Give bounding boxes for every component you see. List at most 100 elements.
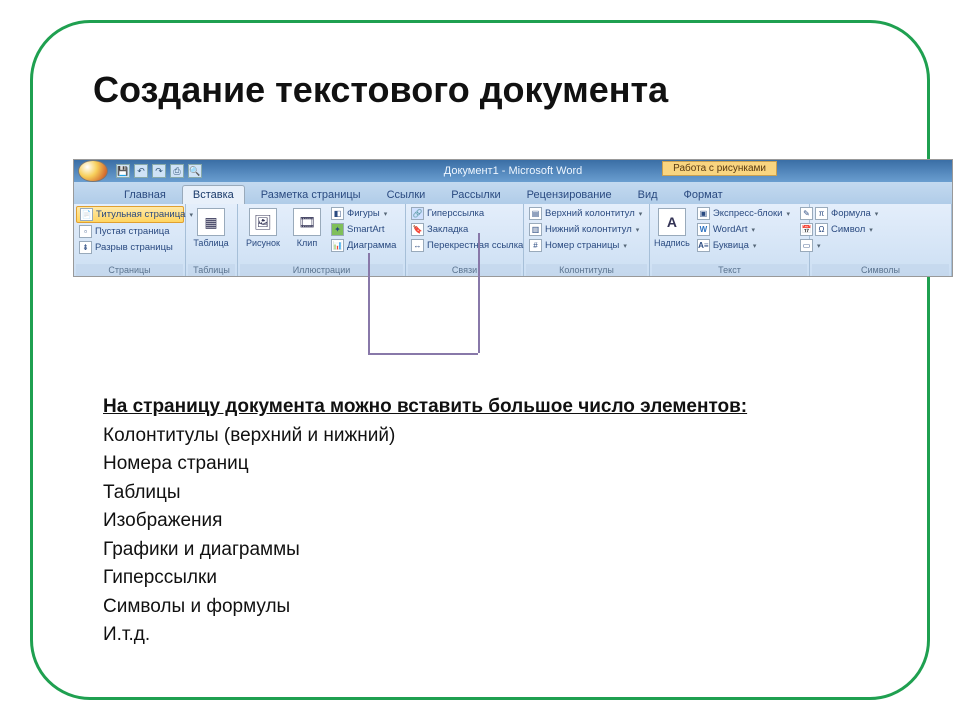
hyperlink-button[interactable]: 🔗 Гиперссылка	[408, 206, 526, 221]
chevron-down-icon: ▾	[787, 210, 791, 218]
crossref-label: Перекрестная ссылка	[427, 240, 523, 251]
tab-layout[interactable]: Разметка страницы	[251, 186, 371, 204]
chart-button[interactable]: 📊 Диаграмма	[328, 238, 399, 253]
blank-page-label: Пустая страница	[95, 226, 169, 237]
wordart-label: WordArt	[713, 224, 748, 235]
group-pages-label: Страницы	[76, 264, 183, 276]
header-icon: ▤	[529, 207, 542, 220]
tab-view[interactable]: Вид	[628, 186, 668, 204]
tab-review[interactable]: Рецензирование	[517, 186, 622, 204]
group-links: 🔗 Гиперссылка 🔖 Закладка ↔ Перекрестная …	[406, 204, 524, 276]
bookmark-label: Закладка	[427, 224, 468, 235]
textbox-label: Надпись	[654, 238, 690, 248]
annotation-line	[368, 253, 370, 353]
group-links-label: Связи	[408, 264, 521, 276]
symbol-icon: Ω	[815, 223, 828, 236]
redo-icon[interactable]: ↷	[152, 164, 166, 178]
clip-icon: 🎞	[293, 208, 321, 236]
chevron-down-icon: ▾	[875, 210, 879, 218]
hyperlink-label: Гиперссылка	[427, 208, 484, 219]
dropcap-button[interactable]: A≡ Буквица ▾	[694, 238, 793, 253]
footer-button[interactable]: ▥ Нижний колонтитул▾	[526, 222, 645, 237]
shapes-button[interactable]: ◧ Фигуры▾	[328, 206, 399, 221]
slide-frame: Создание текстового документа 💾 ↶ ↷ ⎙ 🔍 …	[30, 20, 930, 700]
group-tables-label: Таблицы	[188, 264, 235, 276]
group-tables: ▦ Таблица Таблицы	[186, 204, 238, 276]
picture-label: Рисунок	[246, 238, 280, 248]
office-button[interactable]	[78, 160, 108, 182]
shapes-label: Фигуры	[347, 208, 380, 219]
table-icon: ▦	[197, 208, 225, 236]
clip-button[interactable]: 🎞 Клип	[288, 206, 326, 250]
pagenum-label: Номер страницы	[545, 240, 619, 251]
bookmark-button[interactable]: 🔖 Закладка	[408, 222, 526, 237]
quickparts-label: Экспресс-блоки	[713, 208, 783, 219]
chevron-down-icon: ▾	[623, 242, 627, 250]
equation-label: Формула	[831, 208, 871, 219]
list-item: Изображения	[103, 507, 747, 536]
group-illustrations: 🖼 Рисунок 🎞 Клип ◧ Фигуры▾ ✦	[238, 204, 406, 276]
table-button[interactable]: ▦ Таблица	[188, 206, 234, 250]
page-break-button[interactable]: ⇟ Разрыв страницы	[76, 240, 184, 255]
textbox-button[interactable]: A Надпись	[652, 206, 692, 250]
window-title: Документ1 - Microsoft Word	[444, 165, 582, 177]
cover-page-button[interactable]: 📄 Титульная страница ▾	[76, 206, 184, 223]
equation-icon: π	[815, 207, 828, 220]
tab-references[interactable]: Ссылки	[377, 186, 436, 204]
preview-icon[interactable]: 🔍	[188, 164, 202, 178]
undo-icon[interactable]: ↶	[134, 164, 148, 178]
list-item: И.т.д.	[103, 621, 747, 650]
picture-icon: 🖼	[249, 208, 277, 236]
title-bar: 💾 ↶ ↷ ⎙ 🔍 Документ1 - Microsoft Word Раб…	[74, 160, 952, 182]
quick-access-toolbar: 💾 ↶ ↷ ⎙ 🔍	[116, 164, 202, 178]
slide-title: Создание текстового документа	[93, 69, 668, 111]
list-item: Номера страниц	[103, 450, 747, 479]
tab-insert[interactable]: Вставка	[182, 185, 245, 204]
chevron-down-icon: ▾	[639, 210, 643, 218]
crossref-icon: ↔	[411, 239, 424, 252]
quickparts-button[interactable]: ▣ Экспресс-блоки ▾	[694, 206, 793, 221]
group-headerfooter: ▤ Верхний колонтитул ▾ ▥ Нижний колонтиту…	[524, 204, 650, 276]
dropcap-label: Буквица	[713, 240, 749, 251]
group-pages: 📄 Титульная страница ▾ ▫ Пустая страница…	[74, 204, 186, 276]
header-label: Верхний колонтитул	[545, 208, 635, 219]
list-item: Символы и формулы	[103, 593, 747, 622]
chart-label: Диаграмма	[347, 240, 396, 251]
clip-label: Клип	[297, 238, 317, 248]
symbol-button[interactable]: Ω Символ ▾	[812, 222, 881, 237]
annotation-line	[368, 353, 478, 355]
equation-button[interactable]: π Формула ▾	[812, 206, 881, 221]
list-item: Колонтитулы (верхний и нижний)	[103, 422, 747, 451]
pagenum-button[interactable]: # Номер страницы ▾	[526, 238, 645, 253]
save-icon[interactable]: 💾	[116, 164, 130, 178]
chevron-down-icon: ▾	[869, 226, 873, 234]
print-icon[interactable]: ⎙	[170, 164, 184, 178]
ribbon-tabstrip: Главная Вставка Разметка страницы Ссылки…	[74, 182, 952, 204]
crossref-button[interactable]: ↔ Перекрестная ссылка	[408, 238, 526, 253]
ribbon: 📄 Титульная страница ▾ ▫ Пустая страница…	[74, 204, 952, 276]
list-item: Графики и диаграммы	[103, 536, 747, 565]
picture-tools-context: Работа с рисунками	[662, 161, 777, 176]
smartart-button[interactable]: ✦ SmartArt	[328, 222, 399, 237]
dropcap-icon: A≡	[697, 239, 710, 252]
quickparts-icon: ▣	[697, 207, 710, 220]
pagenum-icon: #	[529, 239, 542, 252]
tab-mailings[interactable]: Рассылки	[441, 186, 510, 204]
wordart-icon: W	[697, 223, 710, 236]
tab-format[interactable]: Формат	[674, 186, 733, 204]
blank-page-icon: ▫	[79, 225, 92, 238]
chevron-down-icon: ▾	[753, 242, 757, 250]
symbol-label: Символ	[831, 224, 865, 235]
chevron-down-icon: ▾	[752, 226, 756, 234]
table-label: Таблица	[193, 238, 228, 248]
cover-page-icon: 📄	[80, 208, 93, 221]
wordart-button[interactable]: W WordArt ▾	[694, 222, 793, 237]
textbox-icon: A	[658, 208, 686, 236]
picture-button[interactable]: 🖼 Рисунок	[240, 206, 286, 250]
group-text-label: Текст	[652, 264, 807, 276]
cover-page-label: Титульная страница	[96, 209, 185, 220]
header-button[interactable]: ▤ Верхний колонтитул ▾	[526, 206, 645, 221]
tab-home[interactable]: Главная	[114, 186, 176, 204]
blank-page-button[interactable]: ▫ Пустая страница	[76, 224, 184, 239]
list-item: Гиперссылки	[103, 564, 747, 593]
